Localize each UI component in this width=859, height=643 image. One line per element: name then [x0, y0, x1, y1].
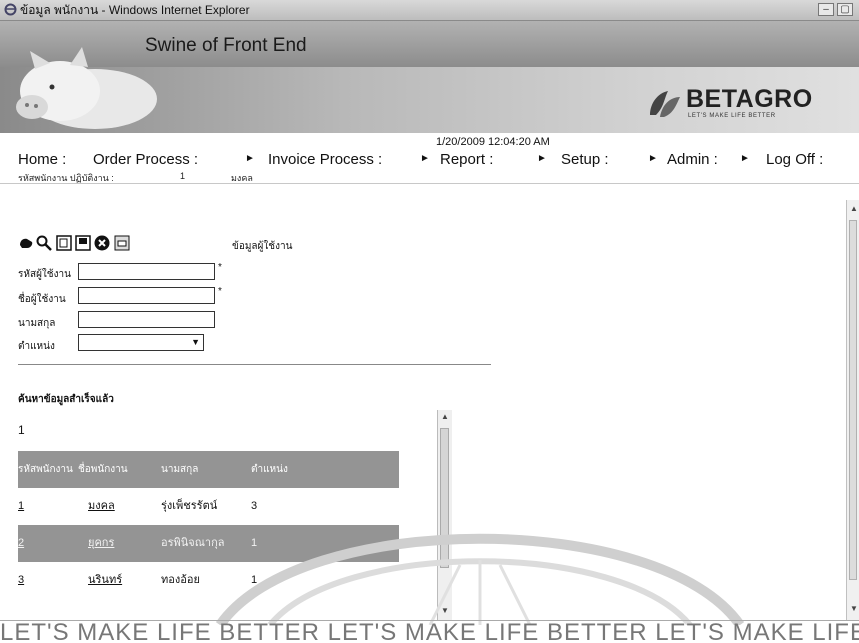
menu-setup[interactable]: Setup : — [561, 151, 609, 168]
maximize-button[interactable]: ▢ — [837, 3, 853, 16]
scroll-down-icon[interactable]: ▼ — [850, 604, 858, 613]
menu-report[interactable]: Report : — [440, 151, 493, 168]
arrow-icon: ► — [420, 153, 430, 164]
menu-order-process[interactable]: Order Process : — [93, 151, 198, 168]
user-id-input[interactable] — [78, 263, 215, 280]
menu-log-off[interactable]: Log Off : — [766, 151, 823, 168]
required-marker: * — [218, 286, 222, 297]
column-header-position[interactable]: ตำแหน่ง — [251, 451, 288, 488]
betagro-leaf-icon — [650, 91, 680, 117]
main-menu: Home : Order Process : ► Invoice Process… — [0, 148, 859, 170]
search-result-title: ค้นหาข้อมูลสำเร็จแล้ว — [18, 394, 114, 405]
employee-name-link[interactable]: นรินทร์ — [88, 562, 122, 599]
employee-id-link[interactable]: 1 — [18, 488, 24, 525]
position-label: ตำแหน่ง — [18, 341, 55, 352]
menu-home[interactable]: Home : — [18, 151, 66, 168]
minimize-button[interactable]: – — [818, 3, 834, 16]
scroll-up-icon[interactable]: ▲ — [850, 204, 858, 213]
save-icon[interactable] — [75, 235, 91, 251]
last-name-label: นามสกุล — [18, 318, 56, 329]
employee-id-link[interactable]: 3 — [18, 562, 24, 599]
new-document-icon[interactable] — [56, 235, 72, 251]
menu-invoice-process[interactable]: Invoice Process : — [268, 151, 382, 168]
arrow-icon: ► — [245, 153, 255, 164]
position-select[interactable]: ▼ — [78, 334, 204, 351]
scroll-up-icon[interactable]: ▲ — [441, 412, 449, 421]
arrow-icon: ► — [537, 153, 547, 164]
hand-icon[interactable] — [18, 235, 34, 251]
employee-name-link[interactable]: ยุคกร — [88, 525, 114, 562]
arrow-icon: ► — [740, 153, 750, 164]
window-title: ข้อมูล พนักงาน - Windows Internet Explor… — [20, 3, 250, 17]
footer-slogan: LET'S MAKE LIFE BETTER LET'S MAKE LIFE B… — [0, 620, 859, 643]
delete-icon[interactable] — [94, 235, 110, 251]
divider — [18, 364, 491, 365]
brand-name: BETAGRO — [686, 85, 813, 113]
form-title: ข้อมูลผู้ใช้งาน — [232, 241, 293, 252]
required-marker: * — [218, 262, 222, 273]
watermark-arcs — [215, 533, 745, 625]
page-scroll-thumb[interactable] — [849, 220, 857, 580]
column-header-employee-id[interactable]: รหัสพนักงาน — [18, 451, 73, 488]
chevron-down-icon: ▼ — [191, 337, 200, 347]
column-header-employee-name[interactable]: ชื่อพนักงาน — [78, 451, 128, 488]
page-scrollbar[interactable]: ▲ ▼ — [846, 200, 859, 620]
current-datetime: 1/20/2009 12:04:20 AM — [436, 136, 550, 148]
pig-image — [16, 47, 157, 129]
user-id-label: รหัสผู้ใช้งาน — [18, 269, 71, 280]
brand-tagline: LET'S MAKE LIFE BETTER — [688, 113, 776, 119]
user-id-value: 1 — [180, 171, 186, 181]
betagro-logo: BETAGRO LET'S MAKE LIFE BETTER — [646, 83, 816, 125]
employee-id-link[interactable]: 2 — [18, 525, 24, 562]
divider — [0, 183, 859, 184]
header-banner: Swine of Front End BETAGRO LET'S MAKE LI… — [0, 21, 859, 133]
column-header-last-name[interactable]: นามสกุล — [161, 451, 198, 488]
search-icon[interactable] — [36, 235, 52, 251]
window-title-bar: ข้อมูล พนักงาน - Windows Internet Explor… — [0, 0, 859, 21]
print-icon[interactable] — [114, 235, 130, 251]
user-name-input[interactable] — [78, 287, 215, 304]
table-header-row: รหัสพนักงาน ชื่อพนักงาน นามสกุล ตำแหน่ง — [18, 451, 399, 488]
internet-explorer-icon — [4, 3, 17, 16]
employee-name-link[interactable]: มงคล — [88, 488, 115, 525]
user-name-label: ชื่อผู้ใช้งาน — [18, 294, 66, 305]
arrow-icon: ► — [648, 153, 658, 164]
result-count: 1 — [18, 423, 25, 437]
last-name-input[interactable] — [78, 311, 215, 328]
menu-admin[interactable]: Admin : — [667, 151, 718, 168]
